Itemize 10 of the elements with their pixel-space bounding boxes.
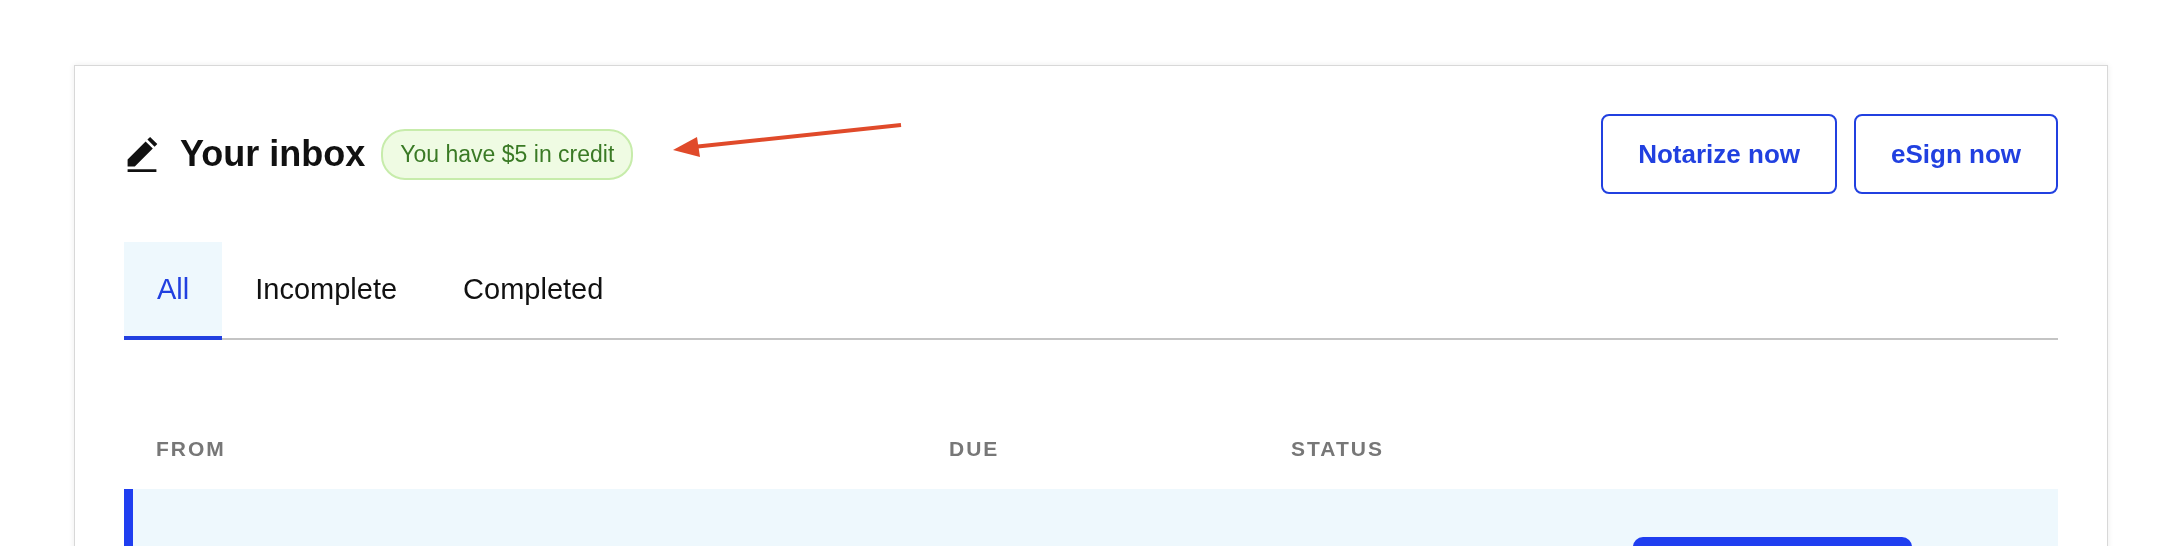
action-button[interactable]: Notarize now [1601,114,1837,194]
tab[interactable]: Incomplete [222,242,431,340]
column-header: STATUS [1291,437,1384,461]
tab[interactable]: All [124,242,223,340]
column-header: FROM [156,437,226,461]
inbox-title: Your inbox [180,133,366,175]
tab[interactable]: Completed [430,242,637,340]
column-header: DUE [949,437,1000,461]
credit-badge: You have $5 in credit [381,128,634,180]
action-button[interactable]: eSign now [1854,114,2058,194]
